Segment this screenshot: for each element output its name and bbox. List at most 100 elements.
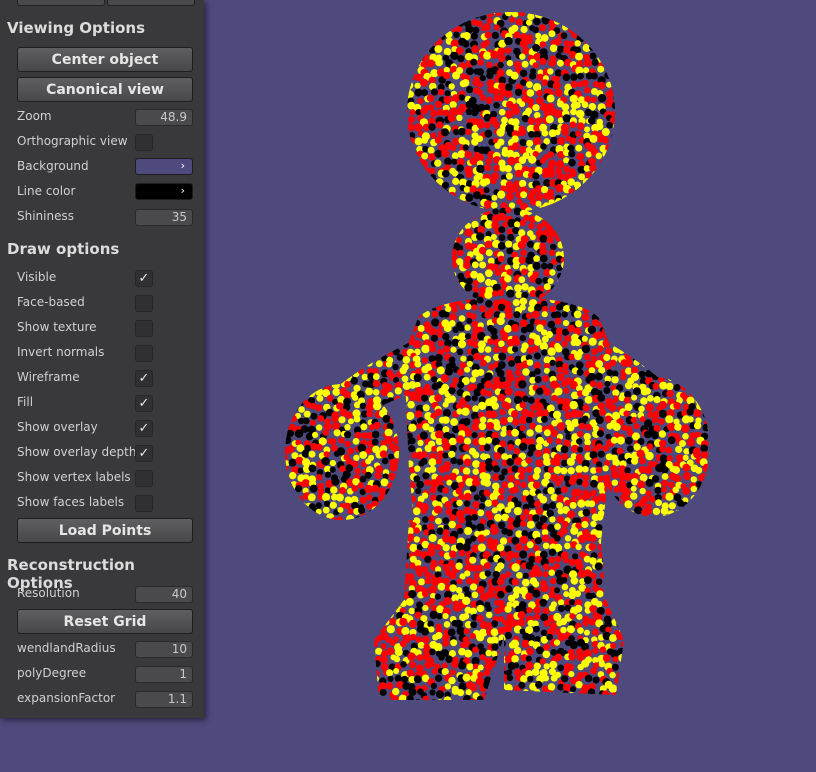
background-color-picker[interactable]: › <box>135 158 193 175</box>
center-object-button[interactable]: Center object <box>17 47 193 72</box>
reset-grid-button[interactable]: Reset Grid <box>17 609 193 634</box>
point-dot <box>595 307 603 315</box>
fill-checkbox[interactable]: ✓ <box>135 395 153 412</box>
point-dot <box>333 45 341 53</box>
poly-degree-input[interactable]: 1 <box>135 666 193 683</box>
point-dot <box>456 2 463 9</box>
point-dot <box>677 150 684 157</box>
wireframe-checkbox[interactable]: ✓ <box>135 370 153 387</box>
line-color-picker[interactable]: › <box>135 183 193 200</box>
point-dot <box>619 4 627 12</box>
invert-normals-checkbox[interactable] <box>135 345 153 362</box>
point-dot <box>323 429 329 435</box>
show-faces-labels-checkbox[interactable] <box>135 495 153 512</box>
point-dot <box>501 469 508 476</box>
resolution-input[interactable]: 40 <box>135 586 193 603</box>
point-dot <box>291 101 299 109</box>
point-dot <box>304 334 311 341</box>
show-vertex-labels-checkbox[interactable] <box>135 470 153 487</box>
point-dot <box>625 59 633 67</box>
point-dot <box>493 122 499 128</box>
point-dot <box>634 320 640 326</box>
point-dot <box>620 335 628 343</box>
point-dot <box>575 208 582 215</box>
3d-viewport[interactable] <box>204 0 816 768</box>
point-dot <box>410 296 418 304</box>
visible-checkbox[interactable]: ✓ <box>135 270 153 287</box>
point-dot <box>352 320 359 327</box>
point-dot <box>620 529 628 537</box>
collapsed-button-right[interactable] <box>107 0 195 6</box>
show-texture-checkbox[interactable] <box>135 320 153 337</box>
point-dot <box>414 320 420 326</box>
show-overlay-checkbox[interactable]: ✓ <box>135 420 153 437</box>
point-dot <box>570 73 577 80</box>
point-dot <box>308 124 316 132</box>
point-dot <box>298 406 305 413</box>
point-dot <box>492 507 498 513</box>
point-dot <box>583 250 589 256</box>
point-dot <box>450 457 457 464</box>
point-dot <box>385 286 392 293</box>
point-dot <box>512 118 520 126</box>
point-dot <box>710 70 716 76</box>
point-dot <box>326 235 333 242</box>
point-dot <box>424 479 431 486</box>
point-dot <box>406 412 414 420</box>
point-dot <box>589 251 596 258</box>
point-dot <box>435 215 441 221</box>
shininess-input[interactable]: 35 <box>135 209 193 226</box>
wendland-radius-input[interactable]: 10 <box>135 641 193 658</box>
point-dot <box>610 6 617 13</box>
point-dot <box>707 60 715 68</box>
point-dot <box>672 59 679 66</box>
point-dot <box>276 157 283 164</box>
load-points-button[interactable]: Load Points <box>17 518 193 543</box>
point-dot <box>596 514 603 521</box>
point-dot <box>448 387 455 394</box>
point-dot <box>665 188 672 195</box>
point-dot <box>427 548 435 556</box>
point-dot <box>479 423 487 431</box>
point-dot <box>585 172 592 179</box>
point-dot <box>273 269 281 277</box>
point-dot <box>373 373 380 380</box>
point-dot <box>323 26 331 34</box>
point-dot <box>539 212 547 220</box>
point-dot <box>696 195 702 201</box>
point-dot <box>382 9 390 17</box>
point-dot <box>327 273 333 279</box>
point-dot <box>665 493 673 501</box>
point-dot <box>697 326 704 333</box>
point-dot <box>339 61 347 69</box>
point-dot <box>434 159 441 166</box>
expansion-factor-input[interactable]: 1.1 <box>135 691 193 708</box>
point-dot <box>688 53 695 60</box>
point-dot <box>305 216 312 223</box>
point-dot <box>694 109 701 116</box>
point-dot <box>652 278 659 285</box>
collapsed-button-left[interactable] <box>17 0 105 6</box>
point-dot <box>443 18 450 25</box>
point-dot <box>337 517 343 523</box>
point-dot <box>694 74 702 82</box>
show-overlay-depth-checkbox[interactable]: ✓ <box>135 445 153 462</box>
point-dot <box>352 522 360 530</box>
point-dot <box>672 356 679 363</box>
point-dot <box>309 287 315 293</box>
point-dot <box>561 32 568 39</box>
orthographic-view-checkbox[interactable] <box>135 134 153 151</box>
point-dot <box>705 188 712 195</box>
point-dot <box>408 437 415 444</box>
face-based-checkbox[interactable] <box>135 295 153 312</box>
point-dot <box>380 327 387 334</box>
canonical-view-button[interactable]: Canonical view <box>17 77 193 102</box>
point-dot <box>578 249 584 255</box>
point-dot <box>661 487 667 493</box>
point-dot <box>380 5 387 12</box>
point-dot <box>289 329 296 336</box>
point-dot <box>414 536 420 542</box>
point-dot <box>613 178 621 186</box>
point-dot <box>702 327 709 334</box>
zoom-input[interactable]: 48.9 <box>135 109 193 126</box>
